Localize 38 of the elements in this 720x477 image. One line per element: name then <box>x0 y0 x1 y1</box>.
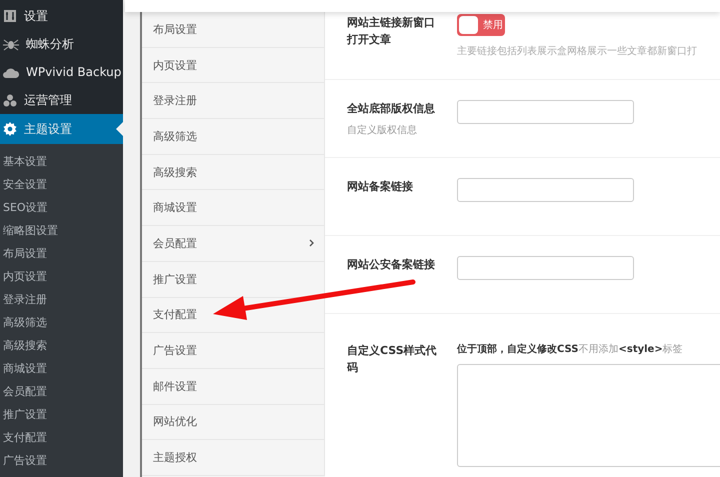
field-label: 网站主链接新窗口打开文章 <box>347 15 436 48</box>
submenu-item[interactable]: SEO设置 <box>0 196 123 219</box>
circles-icon <box>3 94 17 106</box>
submenu-item[interactable]: 基本设置 <box>0 150 123 173</box>
input-field[interactable] <box>457 178 634 202</box>
submenu-item[interactable]: 内页设置 <box>0 265 123 288</box>
submenu-item[interactable]: 登录注册 <box>0 288 123 311</box>
admin-menu-item[interactable]: 设置 <box>0 2 123 30</box>
submenu-item[interactable]: 会员配置 <box>0 380 123 403</box>
submenu-item[interactable]: 商城设置 <box>0 357 123 380</box>
settings-icon <box>3 122 17 136</box>
field-label: 网站公安备案链接 <box>347 257 436 273</box>
submenu-item[interactable]: 高级筛选 <box>0 311 123 334</box>
submenu-item[interactable]: 推广设置 <box>0 403 123 426</box>
submenu-item[interactable]: 广告设置 <box>0 449 123 472</box>
field-label: 自定义CSS样式代码 <box>347 343 438 376</box>
input-field[interactable] <box>457 256 634 280</box>
toggle-switch[interactable]: 禁用 <box>457 14 505 36</box>
admin-menu-item[interactable]: 主题设置 <box>0 114 123 144</box>
submenu-item[interactable]: 高级搜索 <box>0 334 123 357</box>
code-text-area[interactable] <box>457 364 720 467</box>
field-label: 网站备案链接 <box>347 179 414 195</box>
spider-icon <box>3 37 19 51</box>
submenu-item[interactable]: 安全设置 <box>0 173 123 196</box>
field-description: 主要链接包括列表展示盒网格展示一些文章都新窗口打 <box>457 44 697 58</box>
admin-menu-item[interactable]: 蜘蛛分析 <box>0 30 123 58</box>
chevron-right-icon <box>309 239 314 248</box>
admin-menu-item[interactable]: 运营管理 <box>0 86 123 114</box>
input-field[interactable] <box>457 100 634 124</box>
field-description: 位于顶部，自定义修改CSS不用添加<style>标签 <box>457 342 684 356</box>
field-hint: 自定义版权信息 <box>347 124 418 137</box>
sliders-icon <box>3 9 17 23</box>
submenu-item[interactable]: 布局设置 <box>0 242 123 265</box>
admin-menu-item[interactable]: WPvivid Backup <box>0 58 123 86</box>
field-label: 全站底部版权信息 <box>347 101 436 117</box>
cloud-icon <box>3 66 19 78</box>
submenu-item[interactable]: 缩略图设置 <box>0 219 123 242</box>
submenu-item[interactable]: 支付配置 <box>0 426 123 449</box>
